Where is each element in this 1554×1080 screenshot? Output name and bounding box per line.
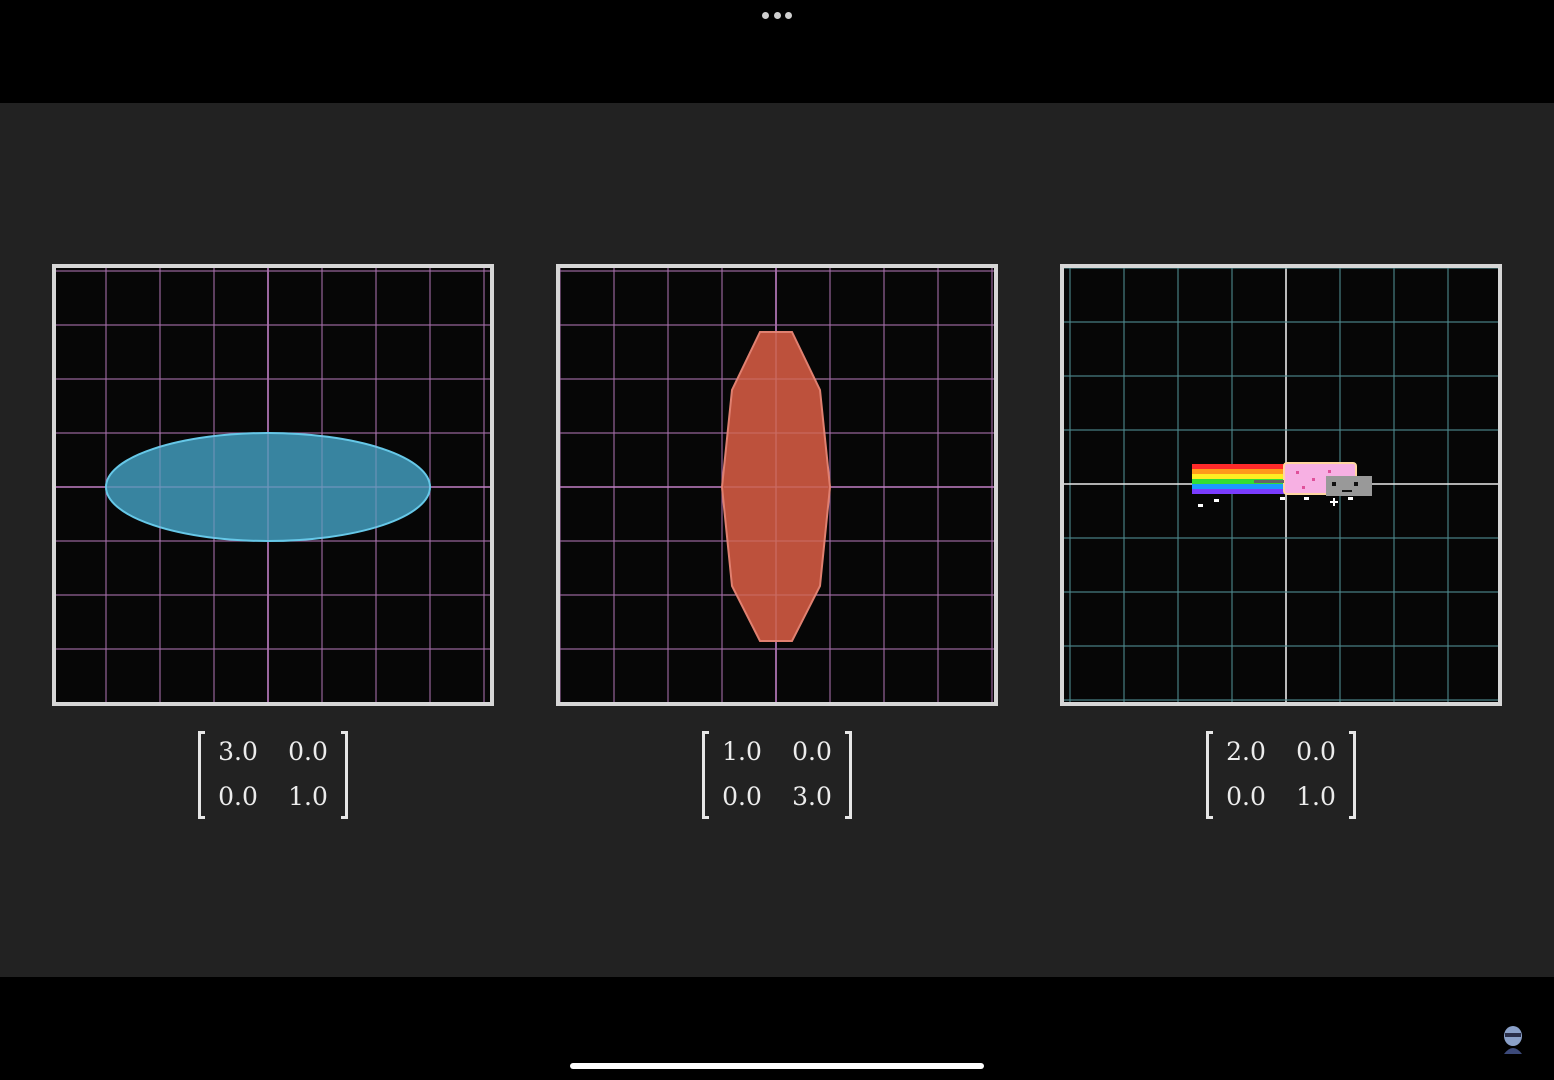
matrix-3-b: 0.0 (1296, 737, 1336, 766)
transform-plot-3 (1064, 268, 1498, 702)
sprinkle (1302, 486, 1305, 489)
matrix-2-d: 3.0 (792, 782, 832, 811)
home-indicator-bar[interactable] (570, 1063, 984, 1069)
transform-plot-2 (560, 268, 994, 702)
cat-eye (1354, 482, 1358, 486)
more-dots-icon[interactable] (762, 11, 792, 19)
sparkle (1348, 497, 1353, 500)
cat-tail (1254, 480, 1284, 483)
matrix-2-c: 0.0 (722, 782, 762, 811)
rainbow-stripe (1192, 474, 1284, 479)
rainbow-stripe (1192, 484, 1284, 489)
sparkle (1280, 497, 1285, 500)
matrix-3-d: 1.0 (1296, 782, 1336, 811)
nyan-cat-sprite (1192, 462, 1372, 507)
matrix-1-b: 0.0 (288, 737, 328, 766)
sparkle (1304, 497, 1309, 500)
rainbow-stripe (1192, 489, 1284, 494)
matrix-3-a: 2.0 (1226, 737, 1266, 766)
matrix-left-bracket (198, 731, 205, 819)
matrix-left-bracket (702, 731, 709, 819)
transform-panel-3 (1060, 264, 1502, 706)
cat-eye (1332, 482, 1336, 486)
matrix-right-bracket (845, 731, 852, 819)
rainbow-stripe (1192, 469, 1284, 474)
sparkle (1198, 504, 1203, 507)
matrix-1-a: 3.0 (218, 737, 258, 766)
sprinkle (1328, 470, 1331, 473)
profile-avatar-icon[interactable] (1500, 1024, 1526, 1054)
matrix-1-c: 0.0 (218, 782, 258, 811)
matrix-right-bracket (1349, 731, 1356, 819)
matrix-2-a: 1.0 (722, 737, 762, 766)
cat-mouth (1342, 490, 1352, 492)
sparkle-icon (1330, 498, 1338, 506)
matrix-1-d: 1.0 (288, 782, 328, 811)
matrix-2: 1.0 0.0 0.0 3.0 (702, 729, 852, 825)
matrix-right-bracket (341, 731, 348, 819)
transform-panel-2 (556, 264, 998, 706)
sprinkle (1296, 471, 1299, 474)
sparkle (1214, 499, 1219, 502)
transform-plot-1 (56, 268, 490, 702)
matrix-2-b: 0.0 (792, 737, 832, 766)
matrix-3: 2.0 0.0 0.0 1.0 (1206, 729, 1356, 825)
matrix-3-c: 0.0 (1226, 782, 1266, 811)
matrix-1: 3.0 0.0 0.0 1.0 (198, 729, 348, 825)
matrix-left-bracket (1206, 731, 1213, 819)
sprinkle (1312, 478, 1315, 481)
transform-panel-1 (52, 264, 494, 706)
screen: 3.0 0.0 0.0 1.0 1.0 0.0 0.0 3.0 2.0 0.0 … (0, 0, 1554, 1080)
rainbow-stripe (1192, 464, 1284, 469)
